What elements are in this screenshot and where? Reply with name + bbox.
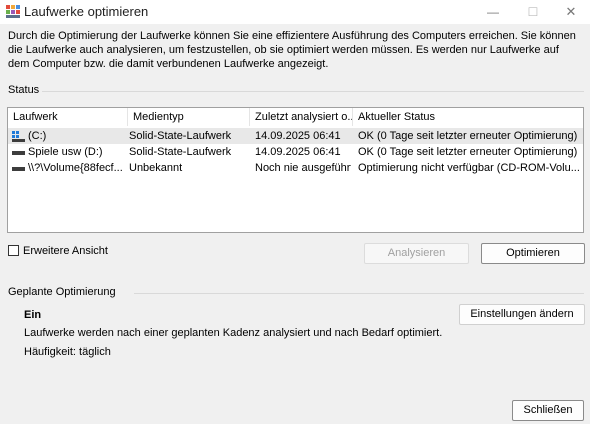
scheduled-divider xyxy=(134,293,584,294)
scheduled-group-label: Geplante Optimierung xyxy=(8,286,116,298)
scheduled-description: Laufwerke werden nach einer geplanten Ka… xyxy=(24,327,443,339)
drive-list[interactable]: Laufwerk Medientyp Zuletzt analysiert o.… xyxy=(7,107,584,233)
window-title: Laufwerke optimieren xyxy=(24,4,149,19)
close-button[interactable]: Schließen xyxy=(512,400,584,421)
last-analyzed-cell: 14.09.2025 06:41 xyxy=(255,146,341,158)
current-status-cell: Optimierung nicht verfügbar (CD-ROM-Volu… xyxy=(358,162,580,174)
media-type-cell: Solid-State-Laufwerk xyxy=(129,130,232,142)
last-analyzed-cell: Noch nie ausgeführt xyxy=(255,162,351,174)
drive-cell: \\?\Volume{88fecf... xyxy=(12,160,126,176)
last-analyzed-cell: 14.09.2025 06:41 xyxy=(255,130,341,142)
drive-name: (C:) xyxy=(28,130,47,142)
status-group-label: Status xyxy=(8,84,40,96)
drive-name: \\?\Volume{88fecf... xyxy=(28,162,123,174)
current-status-cell: OK (0 Tage seit letzter erneuter Optimie… xyxy=(358,146,578,158)
maximize-button: ☐ xyxy=(527,5,539,19)
description-text: Durch die Optimierung der Laufwerke könn… xyxy=(8,30,576,70)
status-divider xyxy=(42,91,584,92)
column-header-media-type[interactable]: Medientyp xyxy=(128,108,250,126)
table-row[interactable]: Spiele usw (D:) Solid-State-Laufwerk 14.… xyxy=(8,144,583,160)
column-header-last-analyzed[interactable]: Zuletzt analysiert o... xyxy=(250,108,353,126)
minimize-button[interactable]: — xyxy=(474,0,512,24)
change-settings-button[interactable]: Einstellungen ändern xyxy=(459,304,585,325)
scheduled-state: Ein xyxy=(24,309,42,321)
analyze-button[interactable]: Analysieren xyxy=(364,243,469,264)
advanced-view-label[interactable]: Erweitere Ansicht xyxy=(23,245,108,257)
optimize-button[interactable]: Optimieren xyxy=(481,243,585,264)
defrag-app-icon xyxy=(6,5,20,18)
table-row[interactable]: (C:) Solid-State-Laufwerk 14.09.2025 06:… xyxy=(8,128,583,144)
drive-icon xyxy=(12,166,25,171)
column-header-current-status[interactable]: Aktueller Status xyxy=(353,108,583,126)
title-bar: Laufwerke optimieren — ☐ ✕ xyxy=(0,0,590,24)
close-window-button[interactable]: ✕ xyxy=(552,0,590,24)
scheduled-frequency: Häufigkeit: täglich xyxy=(24,346,111,358)
advanced-view-checkbox[interactable] xyxy=(8,245,19,256)
media-type-cell: Solid-State-Laufwerk xyxy=(129,146,232,158)
current-status-cell: OK (0 Tage seit letzter erneuter Optimie… xyxy=(358,130,578,142)
drive-name: Spiele usw (D:) xyxy=(28,146,103,158)
windows-drive-icon xyxy=(12,130,25,142)
column-header-drive[interactable]: Laufwerk xyxy=(8,108,128,126)
drive-icon xyxy=(12,150,25,155)
drive-cell: (C:) xyxy=(12,128,126,144)
table-row[interactable]: \\?\Volume{88fecf... Unbekannt Noch nie … xyxy=(8,160,583,176)
media-type-cell: Unbekannt xyxy=(129,162,183,174)
drive-cell: Spiele usw (D:) xyxy=(12,144,126,160)
